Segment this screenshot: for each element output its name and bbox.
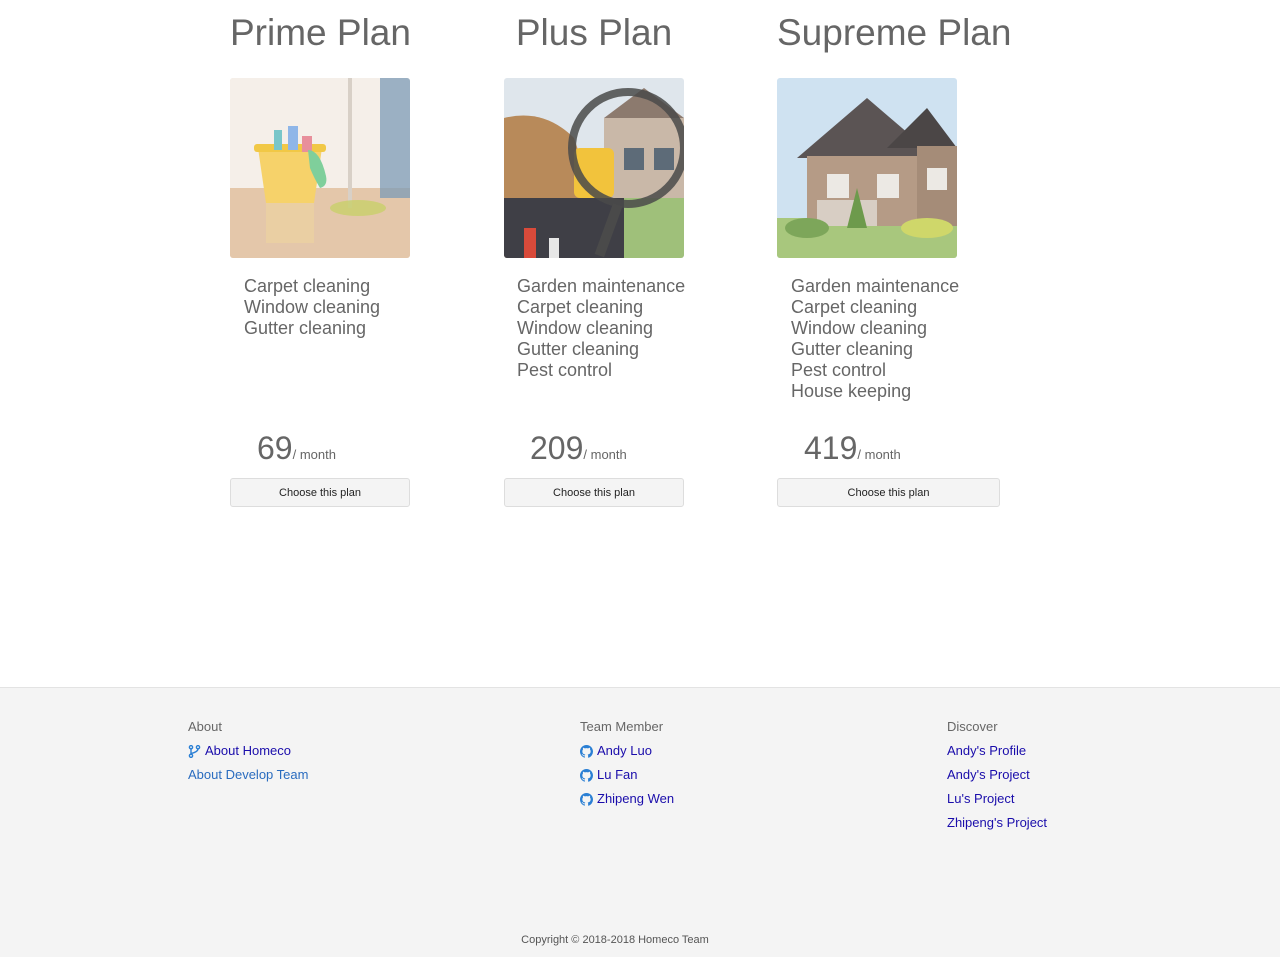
plan-price: 209/ month [530, 428, 627, 468]
footer-heading: Discover [947, 719, 998, 734]
plans-section: Prime Plan Carpet cleaning Window cleani… [0, 0, 1280, 687]
footer-heading: Team Member [580, 719, 664, 734]
footer-list-item: Zhipeng's Project [947, 815, 1047, 839]
price-unit: / month [583, 447, 627, 462]
price-unit: / month [292, 447, 336, 462]
price-amount: 419 [804, 430, 858, 466]
link-label: About Homeco [205, 743, 291, 758]
footer-heading: About [188, 719, 222, 734]
footer-list-item: Lu Fan [580, 767, 674, 791]
link-label: Andy Luo [597, 743, 652, 758]
lus-project-link[interactable]: Lu's Project [947, 791, 1015, 807]
github-icon [580, 768, 593, 782]
footer-list-item: Andy Luo [580, 743, 674, 767]
feature-item: Gutter cleaning [517, 339, 640, 359]
feature-item: Window cleaning [244, 297, 381, 317]
choose-plan-button-plus[interactable]: Choose this plan [504, 478, 684, 507]
feature-item: Pest control [517, 360, 613, 380]
about-homeco-link[interactable]: About Homeco [188, 743, 291, 759]
plan-title: Supreme Plan [777, 12, 1012, 53]
link-label: Lu Fan [597, 767, 638, 782]
price-amount: 209 [530, 430, 584, 466]
team-member-link-andy[interactable]: Andy Luo [580, 743, 652, 759]
cleaning-supplies-image [230, 78, 410, 258]
link-label: Zhipeng's Project [947, 815, 1048, 830]
footer-list-item: Andy's Profile [947, 743, 1047, 767]
github-icon [580, 792, 593, 806]
choose-plan-button-supreme[interactable]: Choose this plan [777, 478, 1000, 507]
feature-item: Pest control [791, 360, 887, 380]
feature-item: Window cleaning [517, 318, 654, 338]
team-member-link-lu[interactable]: Lu Fan [580, 767, 637, 783]
zhipengs-project-link[interactable]: Zhipeng's Project [947, 815, 1047, 831]
feature-item: Carpet cleaning [244, 276, 371, 296]
footer-link-list: Andy Luo Lu Fan Zhipeng Wen [580, 743, 674, 815]
footer-list-item: Andy's Project [947, 767, 1047, 791]
andys-project-link[interactable]: Andy's Project [947, 767, 1030, 783]
feature-item: Gutter cleaning [244, 318, 367, 338]
link-label: Lu's Project [947, 791, 1015, 806]
feature-item: Garden maintenance [791, 276, 960, 296]
copyright-text: Copyright © 2018-2018 Homeco Team [521, 934, 709, 946]
feature-item: House keeping [791, 381, 912, 401]
footer-team-column: Team Member Andy Luo Lu Fan Zhipeng Wen [580, 719, 674, 815]
choose-plan-button-prime[interactable]: Choose this plan [230, 478, 410, 507]
link-label: Andy's Profile [947, 743, 1027, 758]
feature-list: Carpet cleaning Window cleaning Gutter c… [244, 276, 380, 339]
team-member-link-zhipeng[interactable]: Zhipeng Wen [580, 791, 674, 807]
footer-list-item: About Develop Team [188, 767, 308, 791]
footer-link-list: Andy's Profile Andy's Project Lu's Proje… [947, 743, 1047, 839]
house-exterior-image [777, 78, 957, 258]
andys-profile-link[interactable]: Andy's Profile [947, 743, 1026, 759]
about-develop-team-link[interactable]: About Develop Team [188, 767, 308, 783]
site-footer: About About Homeco About Develop Team Te… [0, 687, 1280, 957]
footer-link-list: About Homeco About Develop Team [188, 743, 308, 791]
footer-list-item: About Homeco [188, 743, 308, 767]
footer-about-column: About About Homeco About Develop Team [188, 719, 308, 791]
feature-item: Window cleaning [791, 318, 928, 338]
feature-item: Carpet cleaning [791, 297, 918, 317]
link-label: About Develop Team [188, 767, 309, 782]
link-label: Andy's Project [947, 767, 1030, 782]
feature-list: Garden maintenance Carpet cleaning Windo… [517, 276, 685, 381]
code-branch-icon [188, 744, 201, 758]
footer-discover-column: Discover Andy's Profile Andy's Project L… [947, 719, 1047, 839]
footer-list-item: Lu's Project [947, 791, 1047, 815]
github-icon [580, 744, 593, 758]
price-unit: / month [857, 447, 901, 462]
feature-item: Carpet cleaning [517, 297, 644, 317]
feature-item: Garden maintenance [517, 276, 686, 296]
handyman-toolbelt-image [504, 78, 684, 258]
link-label: Zhipeng Wen [597, 791, 675, 806]
feature-list: Garden maintenance Carpet cleaning Windo… [791, 276, 959, 402]
feature-item: Gutter cleaning [791, 339, 914, 359]
page: Prime Plan Carpet cleaning Window cleani… [0, 0, 1280, 957]
plan-price: 419/ month [804, 428, 901, 468]
footer-list-item: Zhipeng Wen [580, 791, 674, 815]
price-amount: 69 [257, 430, 293, 466]
plan-title: Prime Plan [230, 12, 411, 53]
plan-price: 69/ month [257, 428, 336, 468]
plan-title: Plus Plan [515, 12, 673, 53]
